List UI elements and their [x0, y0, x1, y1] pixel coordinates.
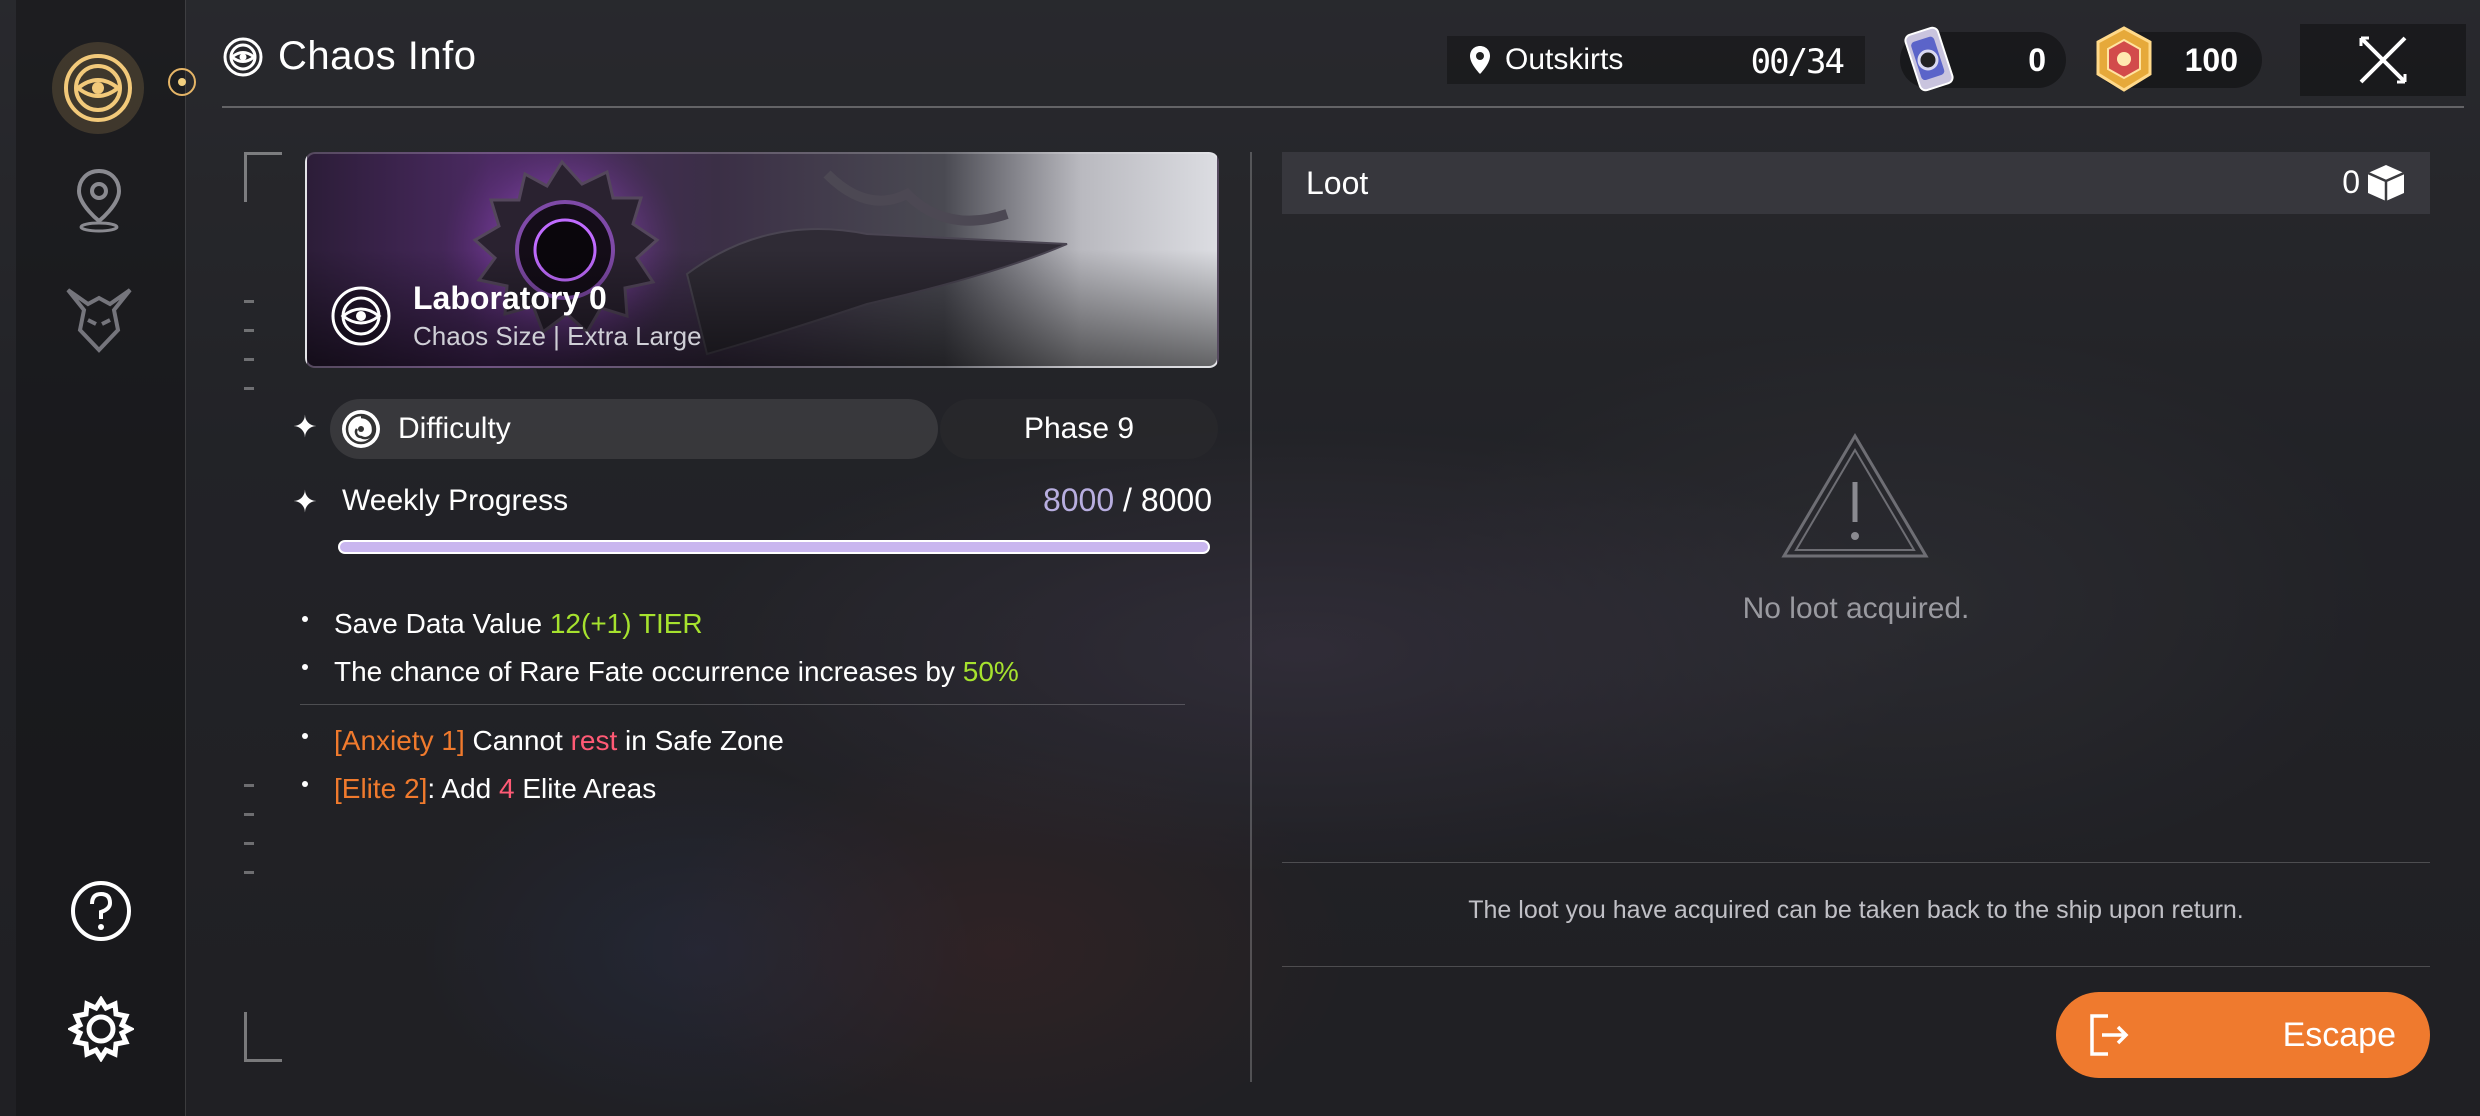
effect-highlight: 4 — [499, 773, 515, 804]
side-rail — [16, 0, 196, 1116]
chaos-size: Chaos Size | Extra Large — [413, 321, 702, 351]
effect-tag: [Anxiety 1] — [334, 725, 465, 756]
frame-ticks-bottom — [244, 784, 256, 900]
chaos-effects-list: Save Data Value 12(+1) TIER The chance o… — [300, 600, 1200, 813]
effect-rare-fate: The chance of Rare Fate occurrence incre… — [300, 648, 1200, 696]
frame-bracket-top — [244, 152, 282, 202]
page-title-group: Chaos Info — [222, 34, 476, 79]
map-pin-icon[interactable] — [64, 165, 134, 235]
demon-crest-icon[interactable] — [60, 280, 138, 358]
effect-text: in Safe Zone — [617, 725, 784, 756]
loot-title: Loot — [1306, 164, 1369, 201]
difficulty-swirl-icon — [342, 410, 380, 448]
currency-crystal-value: 0 — [2028, 41, 2046, 78]
chaos-emblem-icon — [331, 286, 391, 346]
header-divider — [222, 106, 2464, 108]
effect-text: Elite Areas — [514, 773, 657, 804]
effect-highlight: 50% — [962, 656, 1019, 687]
phase-selector[interactable]: Phase 9 — [940, 399, 1218, 459]
empty-loot-message: No loot acquired. — [1742, 592, 1970, 625]
escape-button[interactable]: Escape — [2056, 992, 2430, 1078]
location-pin-icon — [1470, 46, 1490, 74]
weekly-progress-separator: / — [1114, 482, 1141, 518]
chaos-icon — [223, 37, 263, 76]
effect-anxiety: [Anxiety 1] Cannot rest in Safe Zone — [300, 717, 1200, 765]
weekly-progress-value: 8000 / 8000 — [1043, 482, 1212, 519]
panel-divider — [1250, 152, 1252, 1082]
sparkle-icon: ✦ — [292, 411, 318, 444]
loot-return-note: The loot you have acquired can be taken … — [1468, 896, 2244, 924]
chaos-name: Laboratory 0 — [413, 280, 607, 316]
currency-gold-value: 100 — [2184, 41, 2238, 78]
loot-divider-top — [1282, 862, 2430, 863]
frame-ticks-top — [244, 300, 256, 416]
banner-caption: Laboratory 0 Chaos Size | Extra Large — [329, 280, 702, 352]
close-button[interactable] — [2300, 24, 2466, 96]
currency-gold: 100 — [2096, 26, 2262, 92]
difficulty-row: Difficulty Phase 9 — [330, 399, 1218, 459]
chaos-banner: Laboratory 0 Chaos Size | Extra Large — [305, 152, 1219, 368]
weekly-progress-bar — [338, 540, 1210, 554]
effect-tag: [Elite 2] — [334, 773, 428, 804]
frame-bracket-bottom — [244, 1012, 282, 1062]
effect-elite: [Elite 2]: Add 4 Elite Areas — [300, 765, 1200, 813]
effect-save-data: Save Data Value 12(+1) TIER — [300, 600, 1200, 648]
settings-gear-icon[interactable] — [66, 994, 136, 1064]
chaos-info-nav-icon[interactable] — [48, 38, 148, 138]
weekly-progress-current: 8000 — [1042, 482, 1115, 518]
effect-text: Save Data Value — [334, 608, 550, 639]
page-title: Chaos Info — [278, 34, 477, 78]
close-icon — [2359, 36, 2407, 84]
currency-crystal: 0 — [1900, 26, 2066, 92]
loot-divider-bottom — [1282, 966, 2430, 967]
loot-header: Loot 0 — [1282, 152, 2430, 214]
escape-label: Escape — [2282, 1015, 2396, 1054]
gold-emblem-icon — [2096, 26, 2152, 92]
weekly-progress-label: Weekly Progress — [342, 484, 569, 517]
effect-highlight: 12(+1) TIER — [549, 608, 703, 639]
sparkle-icon: ✦ — [292, 486, 318, 519]
difficulty-label: Difficulty — [398, 412, 511, 445]
location-name: Outskirts — [1505, 43, 1624, 76]
effect-text: The chance of Rare Fate occurrence incre… — [334, 656, 963, 687]
effect-text: Cannot — [464, 725, 571, 756]
loot-box-icon — [2367, 165, 2405, 201]
loot-count: 0 — [2342, 164, 2360, 200]
exit-door-icon — [2090, 1014, 2129, 1056]
weekly-progress-fill — [340, 542, 1208, 552]
crystal-ticket-icon — [1904, 26, 1954, 92]
selected-indicator-icon — [168, 68, 196, 96]
warning-icon — [1780, 432, 1930, 567]
effect-highlight: rest — [570, 725, 618, 756]
effect-text: : Add — [427, 773, 500, 804]
location-indicator: Outskirts 00/34 — [1447, 36, 1865, 84]
help-icon[interactable] — [66, 876, 136, 946]
location-progress-count: 00/34 — [1750, 42, 1845, 82]
difficulty-pill: Difficulty — [330, 399, 938, 459]
weekly-progress-max: 8000 — [1140, 482, 1212, 518]
effects-divider — [300, 704, 1185, 705]
